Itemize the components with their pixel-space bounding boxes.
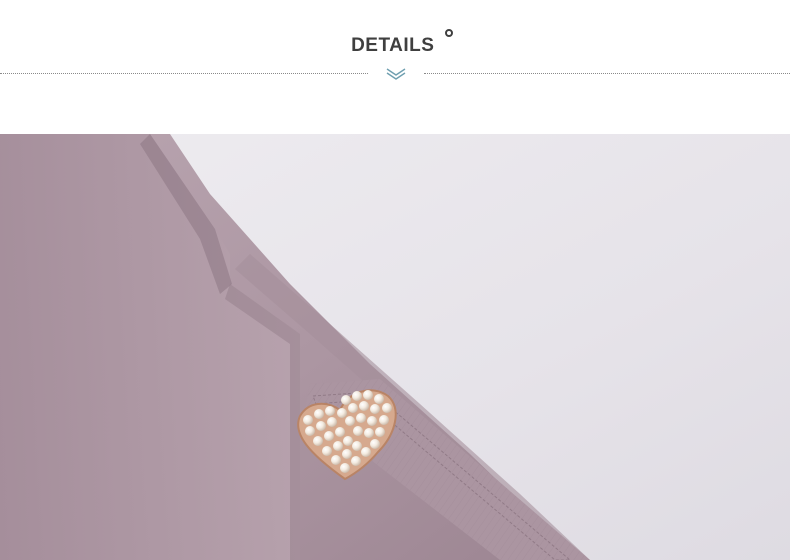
title-wrap: DETAILS bbox=[0, 29, 790, 62]
ring-dot-icon bbox=[444, 29, 453, 37]
divider-right bbox=[424, 73, 790, 74]
double-chevron-down-icon bbox=[386, 68, 406, 80]
detail-section: DETAILS bbox=[0, 0, 790, 560]
section-title: DETAILS bbox=[351, 35, 435, 56]
product-detail-photo bbox=[0, 134, 790, 560]
section-header: DETAILS bbox=[0, 0, 790, 134]
divider-left bbox=[0, 73, 368, 74]
photo-illustration bbox=[0, 134, 790, 560]
